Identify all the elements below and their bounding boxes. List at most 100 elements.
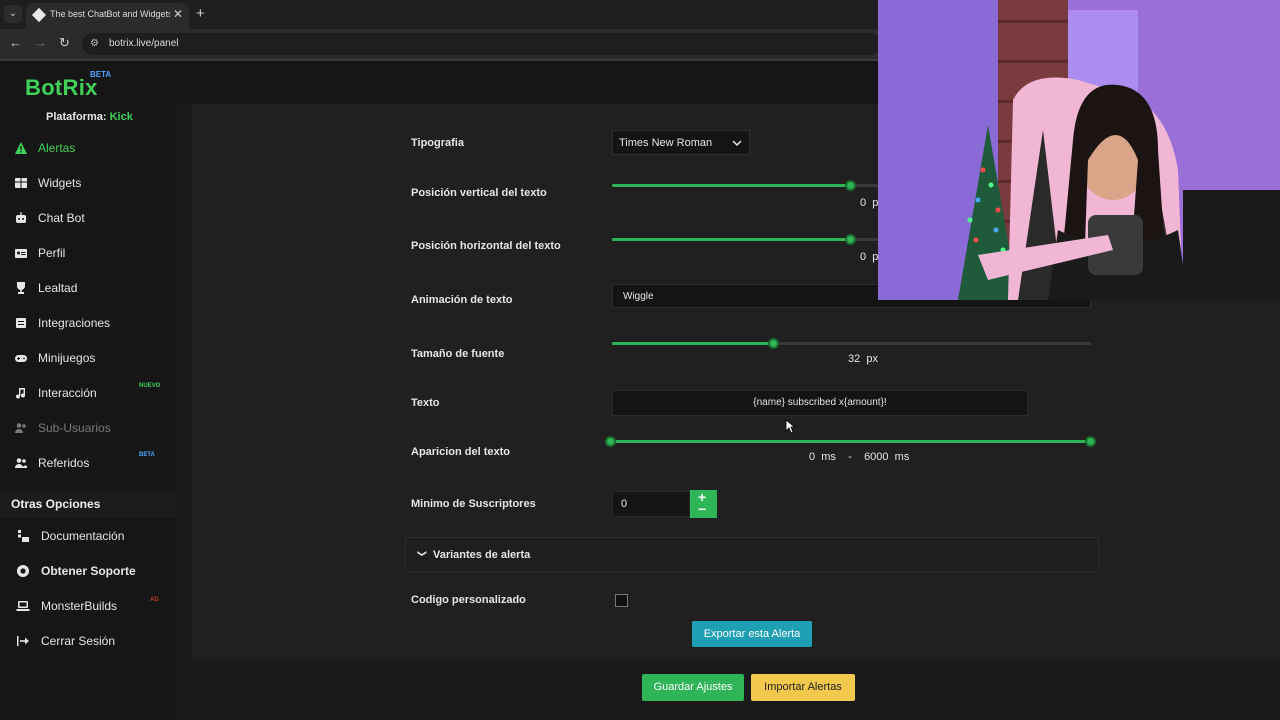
sidebar-item-sub-usuarios[interactable]: Sub-Usuarios (0, 413, 175, 443)
text-appearance-end-thumb[interactable] (1085, 436, 1096, 447)
grid-icon (15, 178, 27, 188)
sidebar-item-cerrar-sesion[interactable]: Cerrar Sesión (0, 626, 175, 656)
minus-icon[interactable]: − (698, 501, 706, 517)
text-appearance-label: Aparicion del texto (411, 446, 511, 458)
chevron-down-icon: ❯ (417, 549, 428, 558)
streamer-video-image (878, 0, 1280, 300)
other-options-title: Otras Opciones (11, 497, 101, 511)
forward-icon[interactable]: → (34, 35, 47, 50)
alert-variants-label: Variantes de alerta (433, 549, 531, 561)
horizontal-position-thumb[interactable] (845, 234, 856, 245)
import-alerts-button[interactable]: Importar Alertas (751, 674, 855, 701)
tab-title: The best ChatBot and Widgets (50, 9, 170, 19)
sidebar-item-label: Referidos (38, 456, 90, 470)
sidebar-item-label: Obtener Soporte (41, 564, 136, 578)
sidebar-item-label: Minijuegos (38, 351, 96, 365)
sidebar-item-obtener-soporte[interactable]: Obtener Soporte (0, 556, 175, 586)
sidebar-item-label: Integraciones (38, 316, 111, 330)
text-label: Texto (411, 397, 440, 409)
other-options-header: Otras Opciones (0, 492, 175, 518)
sidebar-item-monsterbuilds[interactable]: MonsterBuilds AD (0, 591, 175, 621)
font-size-value: 32 px (848, 353, 878, 365)
typography-label: Tipografia (411, 137, 464, 149)
trophy-icon (17, 282, 25, 294)
typography-select[interactable]: Times New Roman (612, 130, 750, 155)
platform-label: Plataforma: (46, 111, 107, 123)
beta-badge: BETA (90, 70, 112, 79)
sidebar-item-integraciones[interactable]: Integraciones (0, 308, 175, 338)
sidebar-item-label: Widgets (38, 176, 82, 190)
vertical-position-label: Posición vertical del texto (411, 187, 547, 199)
logout-icon (17, 636, 29, 646)
browser-tab[interactable]: The best ChatBot and Widgets ✕ (26, 3, 189, 29)
sidebar-item-label: Sub-Usuarios (38, 421, 111, 435)
vertical-position-thumb[interactable] (845, 180, 856, 191)
alert-variants-collapsible[interactable]: ❯ Variantes de alerta (405, 537, 1099, 572)
horizontal-position-fill (612, 238, 852, 241)
sidebar-item-referidos[interactable]: Referidos BETA (0, 448, 175, 478)
font-size-thumb[interactable] (768, 338, 779, 349)
webcam-overlay (878, 0, 1280, 300)
sidebar-item-chat-bot[interactable]: Chat Bot (0, 203, 175, 233)
reload-icon[interactable]: ↻ (59, 35, 70, 51)
sidebar-item-label: Interacción (38, 386, 97, 400)
custom-code-checkbox[interactable] (615, 594, 628, 607)
text-appearance-value: 0 ms - 6000 ms (809, 451, 910, 463)
sidebar-item-widgets[interactable]: Widgets (0, 168, 175, 198)
tab-search-button[interactable]: ⌄ (4, 5, 22, 23)
text-appearance-range-fill[interactable] (612, 440, 1091, 443)
platform-indicator: Plataforma: Kick (46, 111, 133, 123)
book-icon (18, 530, 29, 542)
sidebar-item-label: MonsterBuilds (41, 599, 118, 613)
mouse-cursor-icon (785, 419, 795, 434)
alert-text-input[interactable]: {name} subscribed x{amount}! (612, 390, 1028, 416)
robot-icon (16, 212, 26, 223)
botrix-favicon-icon (31, 7, 47, 23)
support-icon (17, 565, 29, 577)
sidebar-item-minijuegos[interactable]: Minijuegos (0, 343, 175, 373)
puzzle-icon (16, 318, 26, 328)
platform-value: Kick (109, 111, 133, 123)
sidebar: Plataforma: Kick Alertas Widgets Chat Bo… (0, 104, 175, 720)
custom-code-label: Codigo personalizado (411, 594, 526, 606)
sidebar-item-documentacion[interactable]: Documentación (0, 521, 175, 551)
text-appearance-start-thumb[interactable] (605, 436, 616, 447)
gamepad-icon (15, 355, 27, 362)
sidebar-item-label: Cerrar Sesión (41, 634, 116, 648)
font-size-label: Tamaño de fuente (411, 348, 505, 360)
user-group-icon (15, 458, 27, 468)
export-alert-button[interactable]: Exportar esta Alerta (692, 621, 812, 647)
sidebar-item-label: Documentación (41, 529, 125, 543)
users-icon (15, 423, 26, 433)
address-bar[interactable]: ⚙ botrix.live/panel (82, 33, 882, 55)
sidebar-item-label: Alertas (38, 141, 76, 155)
min-subs-label: Minimo de Suscriptores (411, 498, 536, 510)
sidebar-item-perfil[interactable]: Perfil (0, 238, 175, 268)
sidebar-item-label: Chat Bot (38, 211, 85, 225)
font-size-fill (612, 342, 774, 345)
new-tab-button[interactable]: + (196, 5, 205, 22)
save-settings-button[interactable]: Guardar Ajustes (642, 674, 744, 701)
text-animation-label: Animación de texto (411, 294, 513, 306)
min-subs-input[interactable]: 0 (612, 491, 690, 517)
chevron-down-icon (732, 140, 742, 147)
music-note-icon (16, 388, 25, 399)
site-info-icon[interactable]: ⚙ (90, 38, 99, 49)
min-subs-stepper[interactable]: + − (690, 489, 717, 518)
text-animation-value: Wiggle (623, 291, 654, 302)
ad-badge: AD (150, 597, 159, 603)
sidebar-item-interaccion[interactable]: Interacción NUEVO (0, 378, 175, 408)
vertical-position-fill (612, 184, 852, 187)
sidebar-item-alertas[interactable]: Alertas (0, 133, 175, 163)
sidebar-item-label: Lealtad (38, 281, 78, 295)
id-card-icon (15, 249, 27, 258)
url-text: botrix.live/panel (109, 38, 179, 49)
tab-close-icon[interactable]: ✕ (173, 7, 183, 21)
warning-icon (15, 142, 27, 154)
botrix-logo[interactable]: BotRix (25, 75, 98, 101)
sidebar-item-label: Perfil (38, 246, 66, 260)
new-badge: NUEVO (139, 383, 161, 389)
horizontal-position-label: Posición horizontal del texto (411, 240, 561, 252)
back-icon[interactable]: ← (9, 35, 22, 50)
sidebar-item-lealtad[interactable]: Lealtad (0, 273, 175, 303)
